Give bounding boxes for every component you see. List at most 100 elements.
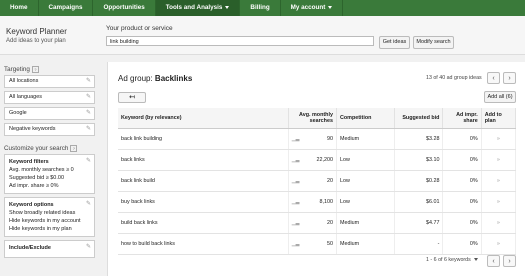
- table-row: how to build back links ▁▃ 50 Medium - 0%…: [118, 233, 517, 255]
- targeting-heading: Targeting?: [0, 62, 99, 75]
- chevron-left-icon: ‹: [492, 75, 495, 82]
- searches-cell: ▁▃ 20: [288, 212, 337, 234]
- table-row: build back links ▁▃ 20 Medium $4.77 0% »: [118, 212, 517, 234]
- trend-chart-icon[interactable]: ▁▃: [292, 220, 300, 226]
- searches-value: 90: [326, 136, 333, 142]
- get-ideas-button[interactable]: Get ideas: [379, 36, 410, 49]
- pencil-icon[interactable]: ✎: [86, 76, 91, 87]
- next-page-button[interactable]: ›: [503, 72, 516, 84]
- nav-tools-label: Tools and Analysis: [165, 4, 223, 11]
- main-panel: Ad group: Backlinks 13 of 40 ad group id…: [107, 62, 525, 276]
- filter-searches: Avg. monthly searches ≥ 0: [9, 167, 74, 174]
- bid-cell: $4.77: [394, 212, 444, 234]
- prev-page-button[interactable]: ‹: [487, 72, 500, 84]
- col-competition[interactable]: Competition: [336, 108, 396, 129]
- bid-cell: $3.10: [394, 149, 444, 171]
- searches-cell: ▁▃ 50: [288, 233, 337, 255]
- trend-chart-icon[interactable]: ▁▃: [292, 241, 300, 247]
- targeting-negative-keywords[interactable]: Negative keywords ✎: [4, 123, 95, 137]
- help-icon[interactable]: ?: [70, 145, 78, 153]
- option-broadly-related: Show broadly related ideas: [9, 210, 76, 217]
- pagination-label: 1 - 6 of 6 keywords: [426, 257, 471, 263]
- help-icon[interactable]: ?: [31, 66, 39, 73]
- add-to-plan-icon[interactable]: »: [481, 149, 517, 171]
- col-bid[interactable]: Suggested bid: [394, 108, 444, 129]
- competition-cell: Low: [336, 170, 396, 192]
- nav-tools-and-analysis[interactable]: Tools and Analysis: [155, 0, 241, 16]
- competition-cell: Medium: [336, 233, 396, 255]
- col-share[interactable]: Ad impr. share: [442, 108, 482, 129]
- nav-billing[interactable]: Billing: [240, 0, 281, 16]
- chevron-down-icon[interactable]: [473, 258, 478, 262]
- chevron-down-icon: [225, 5, 230, 9]
- targeting-languages[interactable]: All languages ✎: [4, 91, 95, 105]
- searches-cell: ▁▃ 20: [288, 170, 337, 192]
- pencil-icon[interactable]: ✎: [86, 200, 91, 208]
- competition-cell: Medium: [336, 128, 396, 150]
- trend-chart-icon[interactable]: ▁▃: [292, 136, 300, 142]
- back-button[interactable]: ↤: [118, 92, 146, 103]
- planner-header: Keyword Planner Add ideas to your plan Y…: [0, 16, 525, 55]
- bid-cell: -: [394, 233, 444, 255]
- add-to-plan-icon[interactable]: »: [481, 170, 517, 192]
- pencil-icon[interactable]: ✎: [86, 157, 91, 165]
- add-to-plan-icon[interactable]: »: [481, 128, 517, 150]
- keyword-options-title: Keyword options: [9, 202, 54, 209]
- include-exclude-title: Include/Exclude: [9, 245, 51, 252]
- searches-value: 50: [326, 241, 333, 247]
- keyword-options-card[interactable]: Keyword options Show broadly related ide…: [4, 197, 95, 238]
- option-hide-plan: Hide keywords in my plan: [9, 226, 72, 233]
- trend-chart-icon[interactable]: ▁▃: [292, 199, 300, 205]
- searches-cell: ▁▃ 22,200: [288, 149, 337, 171]
- share-cell: 0%: [442, 191, 482, 213]
- targeting-locations-label: All locations: [9, 78, 39, 85]
- keyword-filters-card[interactable]: Keyword filters Avg. monthly searches ≥ …: [4, 154, 95, 195]
- targeting-locations[interactable]: All locations ✎: [4, 75, 95, 89]
- modify-search-button[interactable]: Modify search: [413, 36, 454, 49]
- keyword-table: Keyword (by relevance) Avg. monthly sear…: [118, 108, 517, 255]
- add-to-plan-icon[interactable]: »: [481, 233, 517, 255]
- add-all-button[interactable]: Add all (6): [484, 91, 516, 103]
- customize-label: Customize your search: [4, 145, 69, 153]
- keyword-cell: build back links: [118, 212, 289, 234]
- col-add-to-plan: Add to plan: [481, 108, 517, 129]
- table-row: back links ▁▃ 22,200 Low $3.10 0% »: [118, 149, 517, 171]
- chevron-right-icon: ›: [508, 75, 511, 82]
- nav-opportunities[interactable]: Opportunities: [93, 0, 156, 16]
- competition-cell: Medium: [336, 212, 396, 234]
- table-header-row: Keyword (by relevance) Avg. monthly sear…: [118, 108, 517, 129]
- customize-heading: Customize your search?: [0, 139, 99, 154]
- trend-chart-icon[interactable]: ▁▃: [292, 157, 300, 163]
- top-nav: Home Campaigns Opportunities Tools and A…: [0, 0, 525, 16]
- col-searches[interactable]: Avg. monthly searches: [288, 108, 337, 129]
- adgroup-heading: Ad group: Backlinks: [118, 74, 192, 83]
- targeting-network[interactable]: Google ✎: [4, 107, 95, 121]
- share-cell: 0%: [442, 212, 482, 234]
- product-input[interactable]: link building: [106, 36, 374, 46]
- next-page-button-bottom[interactable]: ›: [503, 255, 516, 267]
- competition-cell: Low: [336, 191, 396, 213]
- searches-cell: ▁▃ 8,100: [288, 191, 337, 213]
- table-row: back link building ▁▃ 90 Medium $3.28 0% …: [118, 128, 517, 150]
- nav-home[interactable]: Home: [0, 0, 39, 16]
- pencil-icon[interactable]: ✎: [86, 243, 91, 251]
- col-keyword[interactable]: Keyword (by relevance): [118, 108, 289, 129]
- bid-cell: $0.28: [394, 170, 444, 192]
- include-exclude-card[interactable]: Include/Exclude ✎: [4, 240, 95, 259]
- prev-page-button-bottom[interactable]: ‹: [487, 255, 500, 267]
- pencil-icon[interactable]: ✎: [86, 124, 91, 135]
- add-to-plan-icon[interactable]: »: [481, 191, 517, 213]
- share-cell: 0%: [442, 149, 482, 171]
- nav-my-account[interactable]: My account: [281, 0, 344, 16]
- pencil-icon[interactable]: ✎: [86, 92, 91, 103]
- bid-cell: $6.01: [394, 191, 444, 213]
- adgroup-name: Backlinks: [154, 74, 193, 83]
- trend-chart-icon[interactable]: ▁▃: [292, 178, 300, 184]
- nav-campaigns[interactable]: Campaigns: [39, 0, 94, 16]
- sidebar: Targeting? All locations ✎ All languages ✎…: [0, 62, 99, 261]
- product-label: Your product or service: [106, 25, 173, 32]
- filter-bid: Suggested bid ≥ $0.00: [9, 175, 65, 182]
- searches-value: 20: [326, 178, 333, 184]
- pencil-icon[interactable]: ✎: [86, 108, 91, 119]
- add-to-plan-icon[interactable]: »: [481, 212, 517, 234]
